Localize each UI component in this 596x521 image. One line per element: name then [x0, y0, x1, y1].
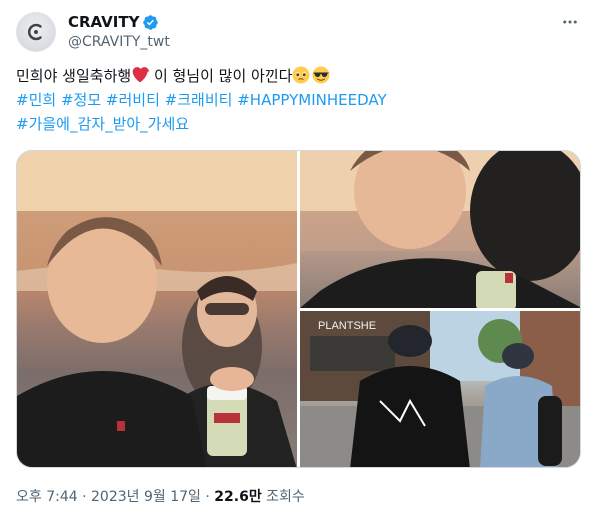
tweet-text-part-1: 민희야 생일축하행: [16, 67, 132, 85]
tweet-text-part-2: 이 형님이 많이 아낀다: [149, 67, 293, 85]
storefront-sign: PLANTSHE: [318, 320, 376, 332]
tweet-text: 민희야 생일축하행 이 형님이 많이 아낀다 #민희 #정모 #러비티 #크래비…: [16, 64, 576, 136]
tweet-time[interactable]: 오후 7:44: [16, 489, 78, 505]
meta-separator: ·: [205, 489, 210, 505]
photo-selfie-closeup[interactable]: [300, 151, 580, 308]
views-label: 조회수: [266, 489, 305, 505]
verified-badge-icon: [143, 14, 159, 30]
photo-street-back-view[interactable]: PLANTSHE: [300, 311, 580, 467]
hashtag-link[interactable]: #러비티: [106, 91, 160, 109]
author-handle[interactable]: @CRAVITY_twt: [68, 33, 170, 51]
tweet-hashtags-line-3: #가을에_감자_받아_가세요: [16, 112, 576, 136]
hashtag-link[interactable]: #정모: [61, 91, 101, 109]
sunglasses-face-icon: [312, 66, 330, 84]
hashtag-link[interactable]: #HAPPYMINHEEDAY: [237, 91, 386, 109]
photo-street-illustration: PLANTSHE: [300, 311, 580, 467]
pleading-face-icon: [292, 66, 310, 84]
hashtag-link[interactable]: #가을에_감자_받아_가세요: [16, 115, 189, 133]
more-options-icon[interactable]: [560, 12, 580, 32]
display-name[interactable]: CRAVITY: [68, 12, 139, 32]
author-name-row: CRAVITY: [68, 12, 159, 32]
meta-separator: ·: [82, 489, 87, 505]
tweet-date[interactable]: 2023년 9월 17일: [91, 489, 201, 505]
tweet-text-line-1: 민희야 생일축하행 이 형님이 많이 아낀다: [16, 64, 576, 88]
photo-selfie-sunset-illustration: [17, 151, 297, 467]
media-grid: PLANTSHE: [16, 150, 581, 468]
views-count: 22.6만: [214, 489, 262, 505]
tweet-card: CRAVITY @CRAVITY_twt 민희야 생일축하행 이 형님이 많이 …: [0, 0, 596, 521]
red-heart-icon: [132, 67, 150, 83]
avatar[interactable]: [16, 12, 56, 52]
tweet-hashtags-line-2: #민희 #정모 #러비티 #크래비티 #HAPPYMINHEEDAY: [16, 88, 576, 112]
photo-selfie-sunset-beach[interactable]: [17, 151, 297, 467]
hashtag-link[interactable]: #크래비티: [165, 91, 233, 109]
hashtag-link[interactable]: #민희: [16, 91, 56, 109]
photo-selfie-closeup-illustration: [300, 151, 580, 308]
tweet-meta: 오후 7:44 · 2023년 9월 17일 · 22.6만 조회수: [16, 486, 305, 506]
cravity-logo-icon: [28, 23, 42, 41]
